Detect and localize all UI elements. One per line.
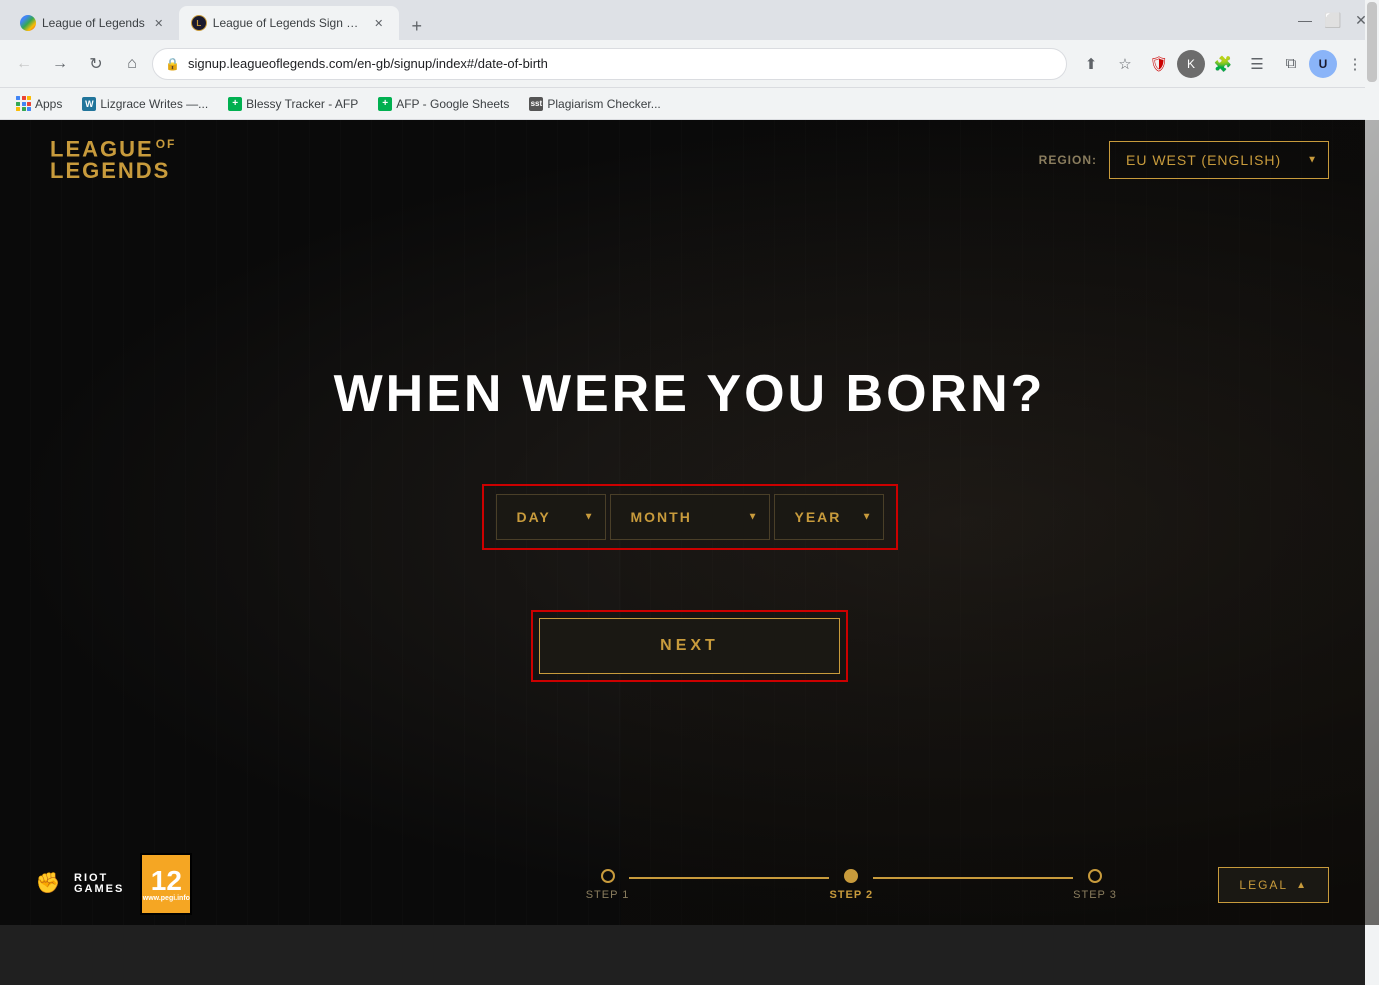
step-1-label: STEP 1	[586, 889, 630, 901]
extensions-icon[interactable]: 🧩	[1207, 48, 1239, 80]
region-dropdown-wrapper: EU WEST (ENGLISH)	[1109, 141, 1329, 179]
plagiarism-label: Plagiarism Checker...	[547, 97, 660, 111]
page-footer: STEP 1 STEP 2 STEP 3 LEGAL ▲	[0, 845, 1379, 925]
day-select[interactable]: DAY	[496, 494, 606, 540]
split-view-icon[interactable]: ⧉	[1275, 48, 1307, 80]
tab-title-2: League of Legends Sign Up | EU	[213, 16, 365, 30]
toolbar-icons: ⬆ ☆ 🛡 K 🧩 ☰ ⧉ U ⋮	[1075, 48, 1371, 80]
address-bar: ← → ↻ ⌂ 🔒 signup.leagueoflegends.com/en-…	[0, 40, 1379, 88]
user-avatar[interactable]: U	[1309, 50, 1337, 78]
riot-logo-icon: ✊	[30, 866, 66, 902]
profile-icon[interactable]: K	[1177, 50, 1205, 78]
sst-icon: sst	[529, 97, 543, 111]
step-3-label: STEP 3	[1073, 889, 1117, 901]
step-line-2	[873, 877, 1073, 879]
logo-bottom-text: LEGENDS	[50, 160, 176, 182]
tab-close-1[interactable]: ✕	[151, 15, 167, 31]
lol-logo: LEAGUEOF LEGENDS	[50, 138, 176, 182]
share-icon[interactable]: ⬆	[1075, 48, 1107, 80]
home-button[interactable]: ⌂	[116, 48, 148, 80]
plus-icon-1: +	[228, 97, 242, 111]
apps-label: Apps	[35, 97, 62, 111]
legal-label: LEGAL	[1239, 878, 1288, 892]
region-dropdown[interactable]: EU WEST (ENGLISH)	[1109, 141, 1329, 179]
browser-frame: League of Legends ✕ L League of Legends …	[0, 0, 1379, 120]
date-picker-wrapper: DAY MONTH YEAR	[482, 484, 898, 550]
scrollbar-thumb[interactable]	[1367, 2, 1377, 82]
legal-arrow-icon: ▲	[1296, 880, 1308, 891]
steps-container: STEP 1 STEP 2 STEP 3	[584, 869, 1118, 901]
page-header: LEAGUEOF LEGENDS REGION: EU WEST (ENGLIS…	[0, 120, 1379, 200]
region-label: REGION:	[1039, 153, 1097, 167]
riot-icon-svg: ✊	[30, 866, 66, 902]
step-2-item: STEP 2	[829, 869, 873, 901]
url-text: signup.leagueoflegends.com/en-gb/signup/…	[188, 56, 1054, 71]
pegi-badge: 12 www.pegi.info	[140, 853, 192, 915]
day-select-wrapper: DAY	[496, 494, 606, 540]
step-1-item: STEP 1	[586, 869, 630, 901]
year-select-wrapper: YEAR	[774, 494, 884, 540]
pegi-sub: www.pegi.info	[143, 895, 190, 902]
maximize-button[interactable]: ⬜	[1323, 10, 1343, 30]
next-button[interactable]: NEXT	[539, 618, 840, 674]
riot-text: RIOT GAMES	[74, 873, 124, 895]
tab-close-2[interactable]: ✕	[371, 15, 387, 31]
minimize-button[interactable]: —	[1295, 10, 1315, 30]
title-bar: League of Legends ✕ L League of Legends …	[0, 0, 1379, 40]
step-3-dot	[1088, 869, 1102, 883]
tab-lol-1[interactable]: League of Legends ✕	[8, 6, 179, 40]
blessy-label: Blessy Tracker - AFP	[246, 97, 358, 111]
pegi-number: 12	[151, 867, 182, 895]
back-button[interactable]: ←	[8, 48, 40, 80]
tab-title-1: League of Legends	[42, 16, 145, 30]
shield-icon[interactable]: 🛡	[1143, 48, 1175, 80]
next-button-wrapper: NEXT	[531, 610, 848, 682]
riot-logo: ✊ RIOT GAMES	[30, 866, 124, 902]
tab-favicon-2: L	[191, 15, 207, 31]
wordpress-icon: W	[82, 97, 96, 111]
bookmark-lizgrace[interactable]: W Lizgrace Writes —...	[74, 93, 216, 115]
bookmark-icon[interactable]: ☆	[1109, 48, 1141, 80]
lock-icon: 🔒	[165, 57, 180, 71]
tab-lol-signup[interactable]: L League of Legends Sign Up | EU ✕	[179, 6, 399, 40]
reload-button[interactable]: ↻	[80, 48, 112, 80]
region-selector: REGION: EU WEST (ENGLISH)	[1039, 141, 1329, 179]
riot-name-bottom: GAMES	[74, 884, 124, 895]
forward-button[interactable]: →	[44, 48, 76, 80]
window-controls: — ⬜ ✕	[1295, 10, 1371, 30]
bookmark-plagiarism[interactable]: sst Plagiarism Checker...	[521, 93, 668, 115]
new-tab-button[interactable]: +	[403, 12, 431, 40]
month-select-wrapper: MONTH	[610, 494, 770, 540]
step-line-1	[629, 877, 829, 879]
plus-icon-2: +	[378, 97, 392, 111]
tabs-area: League of Legends ✕ L League of Legends …	[8, 0, 1287, 40]
legal-button[interactable]: LEGAL ▲	[1218, 867, 1329, 903]
step-2-label: STEP 2	[829, 889, 873, 901]
apps-grid-icon	[16, 96, 31, 111]
month-select[interactable]: MONTH	[610, 494, 770, 540]
bookmark-blessy[interactable]: + Blessy Tracker - AFP	[220, 93, 366, 115]
afp-label: AFP - Google Sheets	[396, 97, 509, 111]
main-title: WHEN WERE YOU BORN?	[334, 364, 1046, 424]
reading-list-icon[interactable]: ☰	[1241, 48, 1273, 80]
bookmarks-bar: Apps W Lizgrace Writes —... + Blessy Tra…	[0, 88, 1379, 120]
lizgrace-label: Lizgrace Writes —...	[100, 97, 208, 111]
step-1-dot	[601, 869, 615, 883]
year-select[interactable]: YEAR	[774, 494, 884, 540]
svg-text:✊: ✊	[36, 871, 61, 894]
tab-favicon-1	[20, 15, 36, 31]
bookmark-afp[interactable]: + AFP - Google Sheets	[370, 93, 517, 115]
step-2-dot	[844, 869, 858, 883]
riot-footer: ✊ RIOT GAMES 12 www.pegi.info	[30, 853, 192, 915]
step-3-item: STEP 3	[1073, 869, 1117, 901]
bookmark-apps[interactable]: Apps	[8, 92, 70, 115]
page-main: WHEN WERE YOU BORN? DAY MONTH YEAR NEXT	[0, 200, 1379, 845]
url-bar[interactable]: 🔒 signup.leagueoflegends.com/en-gb/signu…	[152, 48, 1067, 80]
lol-signup-page: LEAGUEOF LEGENDS REGION: EU WEST (ENGLIS…	[0, 120, 1379, 925]
logo-top-text: LEAGUEOF	[50, 138, 176, 160]
